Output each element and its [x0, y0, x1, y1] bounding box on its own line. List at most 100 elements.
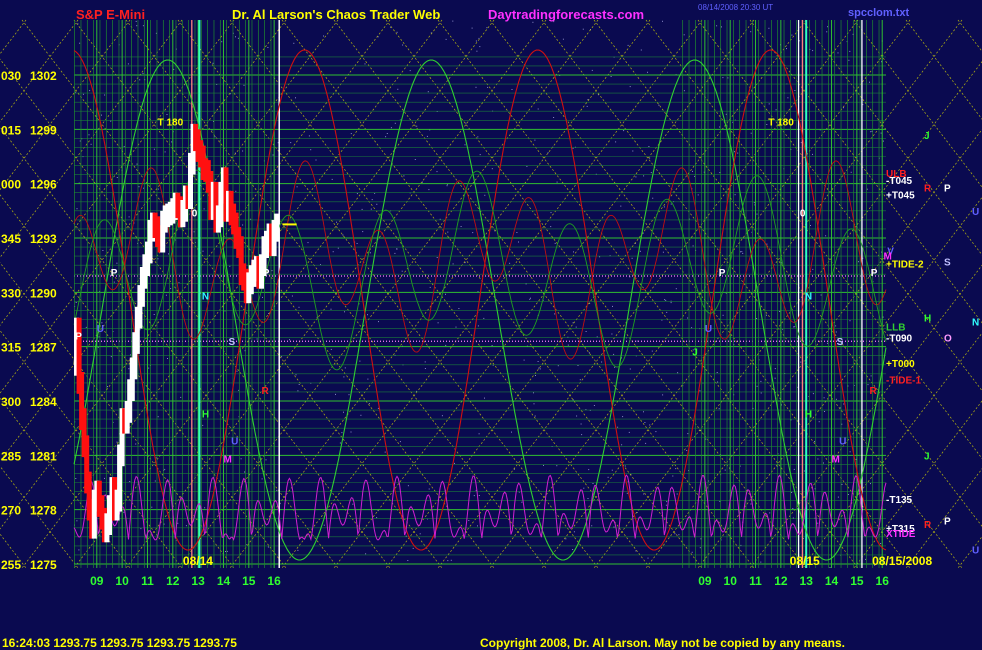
- star-dot: [203, 208, 205, 210]
- star-dot: [343, 411, 344, 413]
- star-dot: [235, 190, 237, 192]
- star-dot: [307, 242, 309, 244]
- star-dot: [812, 153, 813, 155]
- star-dot: [662, 394, 664, 396]
- star-dot: [676, 493, 678, 495]
- star-dot: [377, 407, 379, 409]
- annotation-label: R: [262, 386, 270, 397]
- star-dot: [460, 226, 462, 227]
- star-dot: [412, 547, 414, 549]
- star-dot: [437, 322, 439, 324]
- x-tick-label: 14: [825, 574, 839, 588]
- planet-glyph: P: [944, 183, 951, 194]
- star-dot: [867, 384, 869, 386]
- star-dot: [632, 150, 634, 152]
- star-dot: [835, 331, 837, 333]
- star-dot: [858, 261, 859, 263]
- star-dot: [82, 93, 84, 95]
- star-dot: [521, 501, 523, 503]
- star-dot: [644, 422, 646, 423]
- star-dot: [367, 378, 369, 380]
- star-dot: [719, 126, 721, 128]
- star-dot: [136, 163, 138, 165]
- star-dot: [575, 326, 577, 328]
- star-dot: [212, 62, 214, 64]
- star-dot: [740, 251, 741, 253]
- star-dot: [775, 109, 777, 111]
- star-dot: [429, 286, 431, 288]
- star-dot: [585, 331, 587, 332]
- x-tick-label: 10: [115, 574, 129, 588]
- star-dot: [427, 91, 429, 93]
- star-dot: [699, 547, 701, 549]
- star-dot: [719, 500, 721, 502]
- star-dot: [386, 133, 388, 134]
- star-dot: [665, 299, 667, 301]
- star-dot: [214, 136, 216, 138]
- site-link[interactable]: Daytradingforecasts.com: [488, 7, 644, 22]
- star-dot: [573, 531, 575, 533]
- star-dot: [129, 481, 131, 482]
- x-tick-label: 16: [876, 574, 890, 588]
- star-dot: [658, 104, 660, 106]
- line-label: +T000: [886, 359, 915, 370]
- star-dot: [367, 314, 368, 316]
- star-dot: [869, 81, 870, 83]
- star-dot: [409, 70, 411, 72]
- star-dot: [166, 114, 168, 115]
- star-dot: [153, 148, 155, 150]
- star-dot: [636, 340, 638, 342]
- annotation-label: H: [202, 409, 209, 420]
- star-dot: [691, 327, 693, 329]
- star-dot: [556, 465, 558, 467]
- star-dot: [664, 517, 666, 519]
- star-dot: [344, 367, 346, 369]
- star-dot: [79, 42, 81, 44]
- star-dot: [225, 551, 226, 552]
- planet-glyph: U: [972, 546, 979, 557]
- star-dot: [315, 159, 317, 161]
- star-dot: [639, 250, 641, 252]
- update-timestamp: 08/14/2008 20:30 UT: [698, 3, 773, 12]
- star-dot: [596, 336, 598, 338]
- star-dot: [535, 375, 536, 376]
- star-dot: [397, 88, 399, 90]
- star-dot: [484, 194, 486, 196]
- star-dot: [458, 308, 460, 309]
- annotation-label: T 180: [158, 118, 184, 129]
- star-dot: [576, 415, 578, 417]
- star-dot: [622, 416, 624, 418]
- star-dot: [581, 434, 583, 436]
- planet-glyph: U: [972, 207, 979, 218]
- star-dot: [140, 528, 142, 530]
- star-dot: [267, 546, 269, 548]
- annotation-label: S: [837, 337, 844, 348]
- x-tick-label: 09: [90, 574, 104, 588]
- star-dot: [128, 368, 130, 370]
- star-dot: [587, 498, 589, 499]
- star-dot: [835, 325, 837, 327]
- star-dot: [128, 216, 130, 218]
- star-dot: [130, 354, 131, 356]
- star-dot: [586, 105, 588, 107]
- star-dot: [674, 533, 676, 535]
- star-dot: [89, 90, 91, 92]
- star-dot: [756, 385, 758, 387]
- star-dot: [741, 251, 743, 253]
- star-dot: [468, 520, 470, 521]
- star-dot: [750, 503, 752, 505]
- star-dot: [847, 494, 849, 495]
- star-dot: [396, 248, 398, 250]
- star-dot: [683, 34, 685, 36]
- star-dot: [360, 414, 362, 416]
- star-dot: [882, 316, 884, 318]
- star-dot: [394, 252, 396, 254]
- star-dot: [436, 171, 438, 173]
- star-dot: [543, 464, 544, 466]
- line-label: +T045: [886, 191, 915, 202]
- star-dot: [396, 31, 398, 33]
- star-dot: [647, 557, 649, 559]
- star-dot: [378, 321, 379, 323]
- star-dot: [716, 372, 718, 373]
- star-dot: [643, 493, 645, 495]
